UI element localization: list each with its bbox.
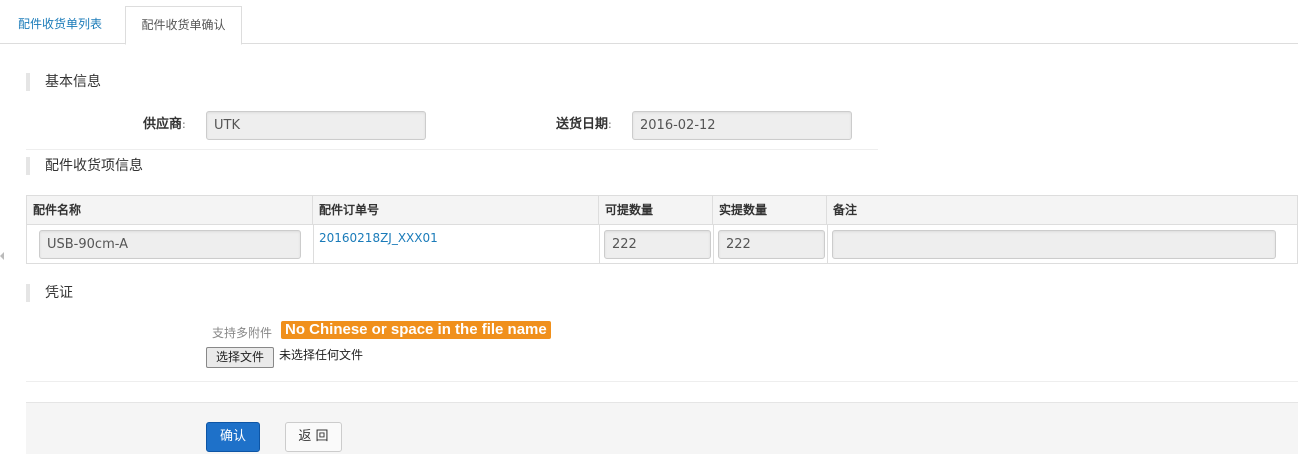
confirm-button[interactable]: 确认 xyxy=(206,422,260,452)
supplier-label-text: 供应商 xyxy=(143,117,183,132)
column-header-actual-qty: 实提数量 xyxy=(713,196,827,224)
order-number-link[interactable]: 20160218ZJ_XXX01 xyxy=(319,231,438,245)
tab-parts-receipt-list[interactable]: 配件收货单列表 xyxy=(6,6,114,44)
actual-qty-field[interactable]: 222 xyxy=(718,230,825,259)
tab-bar: 配件收货单列表 配件收货单确认 xyxy=(0,0,1298,45)
remark-field[interactable] xyxy=(832,230,1276,259)
tab-parts-receipt-confirm[interactable]: 配件收货单确认 xyxy=(125,6,242,45)
column-header-remark: 备注 xyxy=(833,203,858,217)
label-colon: : xyxy=(182,118,186,131)
supplier-label: 供应商: xyxy=(143,111,186,139)
available-qty-field[interactable]: 222 xyxy=(604,230,711,259)
delivery-date-label: 送货日期: xyxy=(556,111,612,139)
section-title-basic-info: 基本信息 xyxy=(26,73,101,91)
column-header-part-name: 配件名称 xyxy=(27,196,313,224)
part-name-field[interactable]: USB-90cm-A xyxy=(39,230,301,259)
back-button[interactable]: 返 回 xyxy=(285,422,342,452)
column-divider xyxy=(713,225,714,263)
delivery-date-field[interactable]: 2016-02-12 xyxy=(632,111,852,140)
divider xyxy=(26,149,878,150)
no-file-selected-text: 未选择任何文件 xyxy=(279,348,364,362)
supplier-field[interactable]: UTK xyxy=(206,111,426,140)
column-divider xyxy=(313,225,314,263)
parts-items-table: 配件名称 配件订单号 可提数量 实提数量 备注 USB-90cm-A 20160… xyxy=(26,195,1298,264)
table-header-row: 配件名称 配件订单号 可提数量 实提数量 备注 xyxy=(27,196,1297,225)
column-header-order-no: 配件订单号 xyxy=(313,196,599,224)
column-divider xyxy=(827,225,828,263)
choose-file-button[interactable]: 选择文件 xyxy=(206,347,274,368)
column-header-available-qty: 可提数量 xyxy=(599,196,713,224)
delivery-date-label-text: 送货日期 xyxy=(556,117,609,132)
label-colon: : xyxy=(608,118,612,131)
filename-warning-label: No Chinese or space in the file name xyxy=(281,321,551,339)
column-divider xyxy=(599,225,600,263)
collapse-arrow-icon[interactable] xyxy=(0,252,4,260)
section-title-items-info: 配件收货项信息 xyxy=(26,157,143,175)
divider xyxy=(26,381,1298,382)
section-title-voucher: 凭证 xyxy=(26,284,73,302)
multi-attachment-hint: 支持多附件 xyxy=(212,326,273,340)
